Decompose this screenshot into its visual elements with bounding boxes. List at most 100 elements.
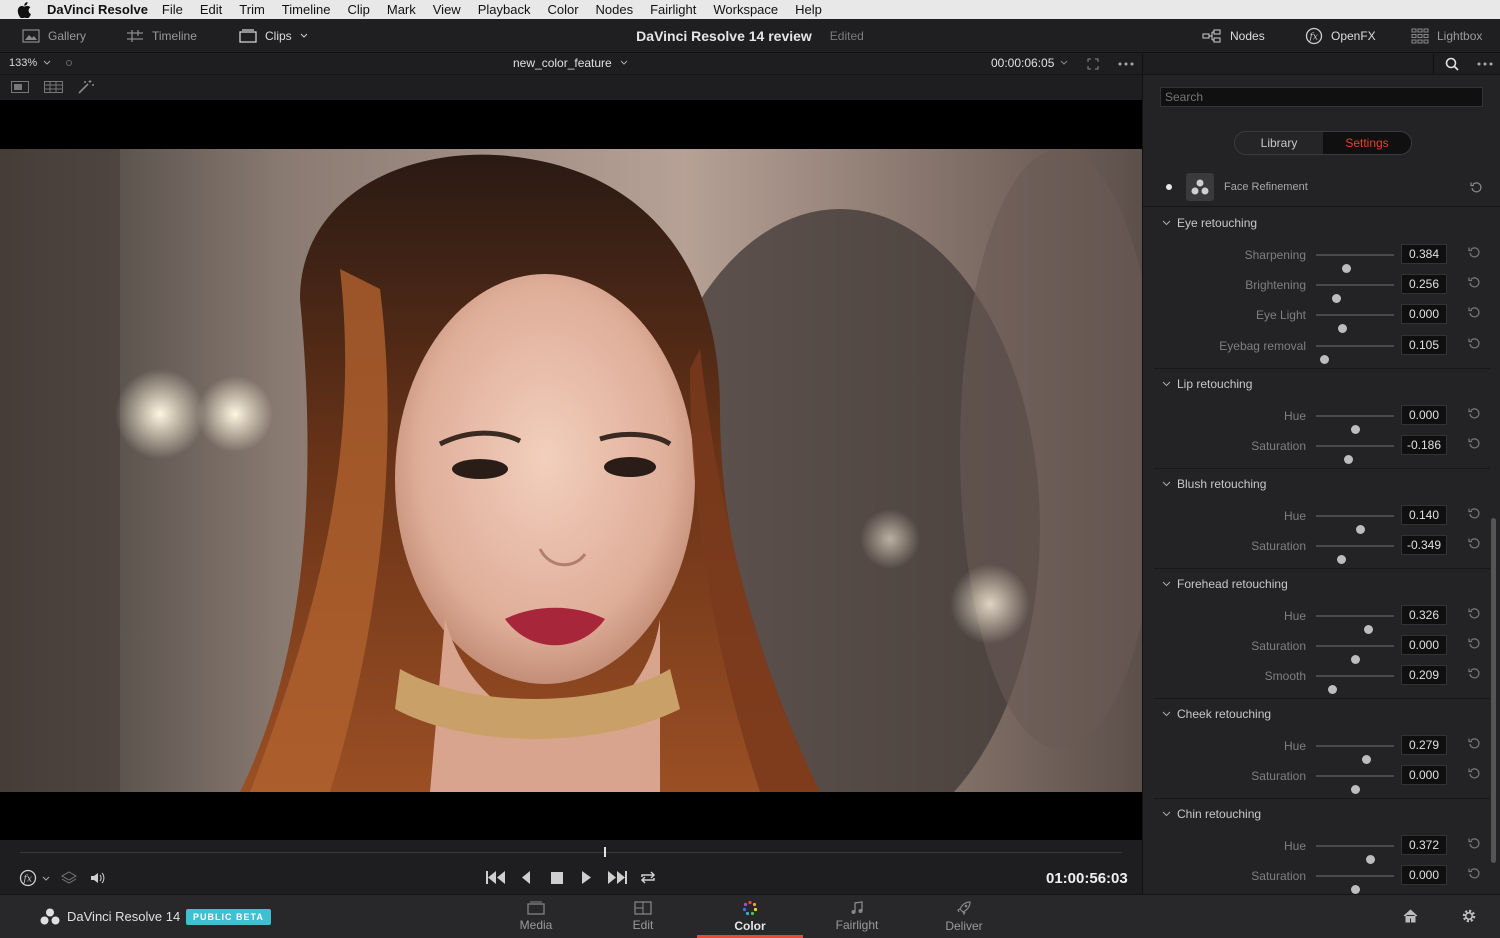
clips-button[interactable]: Clips xyxy=(239,19,308,53)
parameter-slider[interactable] xyxy=(1316,445,1394,465)
parameter-slider[interactable] xyxy=(1316,675,1394,695)
chevron-down-icon[interactable] xyxy=(42,876,50,882)
slider-knob[interactable] xyxy=(1320,354,1330,364)
layers-icon[interactable] xyxy=(61,870,77,886)
menu-workspace[interactable]: Workspace xyxy=(713,2,778,17)
parameter-slider[interactable] xyxy=(1316,284,1394,304)
single-view-icon[interactable] xyxy=(11,81,29,93)
reset-icon[interactable] xyxy=(1468,407,1481,420)
section-header[interactable]: Lip retouching xyxy=(1154,369,1490,399)
reset-icon[interactable] xyxy=(1468,306,1481,319)
menu-app-name[interactable]: DaVinci Resolve xyxy=(47,2,148,17)
loop-icon[interactable] xyxy=(639,870,657,885)
section-header[interactable]: Cheek retouching xyxy=(1154,699,1490,729)
section-header[interactable]: Chin retouching xyxy=(1154,799,1490,829)
volume-icon[interactable] xyxy=(89,870,107,886)
more-options-icon[interactable] xyxy=(1477,62,1493,66)
page-fairlight[interactable]: Fairlight xyxy=(832,895,882,938)
parameter-value[interactable]: 0.105 xyxy=(1401,334,1447,355)
parameter-value[interactable]: 0.384 xyxy=(1401,244,1447,264)
zoom-select[interactable]: 133% xyxy=(9,57,51,69)
page-edit[interactable]: Edit xyxy=(618,895,668,938)
parameter-value[interactable]: 0.000 xyxy=(1401,865,1447,886)
parameter-slider[interactable] xyxy=(1316,775,1394,795)
parameter-value[interactable]: 0.279 xyxy=(1401,735,1447,755)
timeline-button[interactable]: Timeline xyxy=(126,19,197,53)
menu-mark[interactable]: Mark xyxy=(387,2,416,17)
search-input[interactable] xyxy=(1160,87,1483,107)
reset-icon[interactable] xyxy=(1468,837,1481,850)
search-icon[interactable] xyxy=(1445,57,1459,71)
fullscreen-icon[interactable] xyxy=(1087,58,1099,70)
skip-to-start-icon[interactable] xyxy=(486,871,506,884)
parameter-slider[interactable] xyxy=(1316,344,1394,364)
plugin-enable-dot[interactable] xyxy=(1166,184,1172,190)
parameter-value[interactable]: 0.140 xyxy=(1401,505,1447,525)
video-viewer[interactable] xyxy=(0,100,1142,840)
panel-scrollbar[interactable] xyxy=(1491,518,1496,863)
reset-icon[interactable] xyxy=(1468,337,1481,350)
menu-timeline[interactable]: Timeline xyxy=(282,2,331,17)
reset-icon[interactable] xyxy=(1468,437,1481,450)
grid-view-icon[interactable] xyxy=(44,81,63,93)
parameter-value[interactable]: -0.186 xyxy=(1401,435,1447,456)
nodes-button[interactable]: Nodes xyxy=(1202,19,1265,53)
menu-view[interactable]: View xyxy=(433,2,461,17)
reset-icon[interactable] xyxy=(1468,737,1481,750)
lightbox-button[interactable]: Lightbox xyxy=(1411,19,1482,53)
menu-clip[interactable]: Clip xyxy=(347,2,369,17)
reverse-play-icon[interactable] xyxy=(521,871,531,884)
page-color[interactable]: Color xyxy=(697,895,803,938)
apple-icon[interactable] xyxy=(17,1,35,18)
menu-nodes[interactable]: Nodes xyxy=(596,2,634,17)
more-options-icon[interactable] xyxy=(1118,62,1134,66)
parameter-value[interactable]: 0.372 xyxy=(1401,835,1447,855)
scrubber-track[interactable] xyxy=(20,852,1122,853)
parameter-value[interactable]: 0.000 xyxy=(1401,405,1447,425)
parameter-slider[interactable] xyxy=(1316,615,1394,634)
parameter-slider[interactable] xyxy=(1316,314,1394,334)
gallery-button[interactable]: Gallery xyxy=(22,19,86,53)
reset-icon[interactable] xyxy=(1468,507,1481,520)
stop-icon[interactable] xyxy=(551,872,563,884)
reset-icon[interactable] xyxy=(1468,667,1481,680)
section-header[interactable]: Blush retouching xyxy=(1154,469,1490,499)
parameter-slider[interactable] xyxy=(1316,745,1394,764)
parameter-slider[interactable] xyxy=(1316,845,1394,864)
parameter-slider[interactable] xyxy=(1316,875,1394,895)
menu-file[interactable]: File xyxy=(162,2,183,17)
parameter-value[interactable]: -0.349 xyxy=(1401,535,1447,556)
parameter-value[interactable]: 0.000 xyxy=(1401,765,1447,786)
menu-edit[interactable]: Edit xyxy=(200,2,222,17)
menu-color[interactable]: Color xyxy=(547,2,578,17)
magic-wand-icon[interactable] xyxy=(77,79,95,95)
reset-icon[interactable] xyxy=(1468,867,1481,880)
parameter-value[interactable]: 0.326 xyxy=(1401,605,1447,625)
parameter-value[interactable]: 0.256 xyxy=(1401,274,1447,295)
page-media[interactable]: Media xyxy=(508,895,564,938)
reset-icon[interactable] xyxy=(1468,246,1481,259)
reset-icon[interactable] xyxy=(1468,537,1481,550)
parameter-value[interactable]: 0.000 xyxy=(1401,635,1447,656)
home-icon[interactable] xyxy=(1403,909,1418,923)
reset-icon[interactable] xyxy=(1470,181,1483,194)
parameter-slider[interactable] xyxy=(1316,645,1394,665)
reset-icon[interactable] xyxy=(1468,767,1481,780)
parameter-slider[interactable] xyxy=(1316,515,1394,534)
parameter-slider[interactable] xyxy=(1316,415,1394,434)
clip-name-select[interactable]: new_color_feature xyxy=(513,56,628,70)
parameter-value[interactable]: 0.209 xyxy=(1401,665,1447,686)
gear-icon[interactable] xyxy=(1461,908,1477,924)
menu-fairlight[interactable]: Fairlight xyxy=(650,2,696,17)
openfx-button[interactable]: fx OpenFX xyxy=(1305,19,1376,53)
menu-trim[interactable]: Trim xyxy=(239,2,265,17)
skip-to-end-icon[interactable] xyxy=(607,871,627,884)
section-header[interactable]: Eye retouching xyxy=(1154,208,1490,238)
reset-icon[interactable] xyxy=(1468,607,1481,620)
page-deliver[interactable]: Deliver xyxy=(939,895,989,938)
section-header[interactable]: Forehead retouching xyxy=(1154,569,1490,599)
playhead[interactable] xyxy=(604,847,607,857)
slider-knob[interactable] xyxy=(1343,455,1353,465)
reset-icon[interactable] xyxy=(1468,637,1481,650)
openfx-icon[interactable]: fx xyxy=(19,869,37,887)
